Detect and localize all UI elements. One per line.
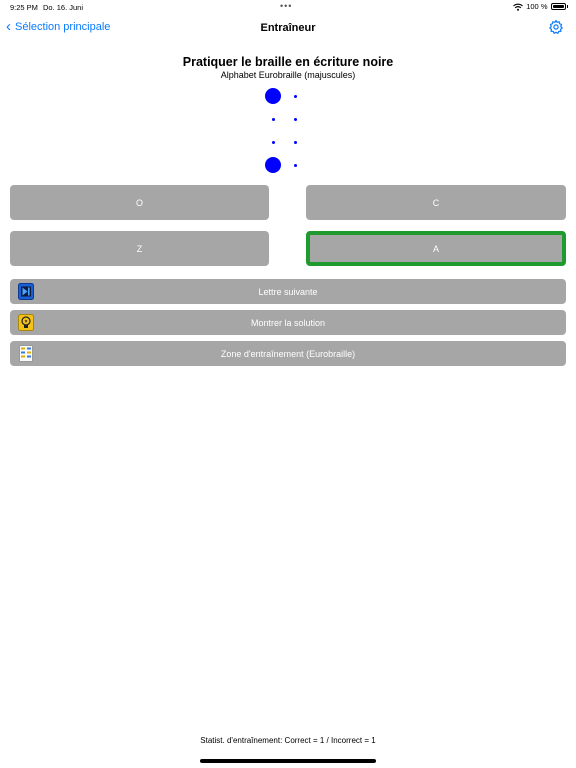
nav-title: Entraîneur bbox=[260, 22, 316, 34]
braille-chart-icon bbox=[19, 345, 33, 362]
choice-label: O bbox=[135, 197, 143, 208]
choice-label: Z bbox=[136, 243, 143, 254]
choice-label: A bbox=[432, 243, 439, 254]
braille-dot-flat bbox=[293, 163, 297, 167]
braille-dot-raised bbox=[265, 157, 281, 173]
battery-percent: 100 % bbox=[526, 2, 548, 11]
choice-button-z[interactable]: Z bbox=[10, 231, 269, 266]
braille-dot-raised bbox=[265, 88, 281, 104]
home-indicator[interactable] bbox=[200, 759, 376, 763]
training-zone-button[interactable]: Zone d'entraînement (Eurobraille) bbox=[10, 341, 566, 366]
battery-cap bbox=[566, 5, 568, 8]
action-label: Zone d'entraînement (Eurobraille) bbox=[220, 348, 356, 359]
braille-dot-flat bbox=[271, 117, 275, 121]
braille-dot-flat bbox=[293, 140, 297, 144]
next-track-icon bbox=[18, 283, 34, 300]
status-bar: 9:25 PM Do. 16. Juni ••• 100 % bbox=[0, 0, 576, 14]
training-stats: Statist. d'entraînement: Correct = 1 / I… bbox=[200, 736, 376, 745]
choice-button-o[interactable]: O bbox=[10, 185, 269, 220]
page-subtitle: Alphabet Eurobraille (majuscules) bbox=[220, 70, 356, 80]
next-letter-button[interactable]: Lettre suivante bbox=[10, 279, 566, 304]
lightbulb-icon bbox=[18, 314, 34, 331]
page-title: Pratiquer le braille en écriture noire bbox=[182, 55, 394, 69]
battery-fill bbox=[552, 5, 564, 8]
choice-button-c[interactable]: C bbox=[306, 185, 566, 220]
gear-icon[interactable] bbox=[548, 19, 564, 35]
status-date: Do. 16. Juni bbox=[43, 3, 84, 12]
choice-label: C bbox=[432, 197, 440, 208]
wifi-icon bbox=[513, 3, 524, 11]
trainer-screen: 9:25 PM Do. 16. Juni ••• 100 % ‹ Sélecti… bbox=[0, 0, 576, 768]
status-right: 100 % bbox=[513, 2, 568, 11]
status-time: 9:25 PM bbox=[10, 3, 38, 12]
show-solution-button[interactable]: Montrer la solution bbox=[10, 310, 566, 335]
choice-button-a[interactable]: A bbox=[306, 231, 566, 266]
multitasking-dots[interactable]: ••• bbox=[280, 1, 292, 11]
braille-dot-flat bbox=[293, 94, 297, 98]
braille-dot-flat bbox=[271, 140, 275, 144]
action-label: Montrer la solution bbox=[250, 317, 326, 328]
battery-icon bbox=[550, 3, 566, 10]
action-label: Lettre suivante bbox=[258, 286, 318, 297]
braille-cell bbox=[260, 86, 310, 176]
braille-dot-flat bbox=[293, 117, 297, 121]
